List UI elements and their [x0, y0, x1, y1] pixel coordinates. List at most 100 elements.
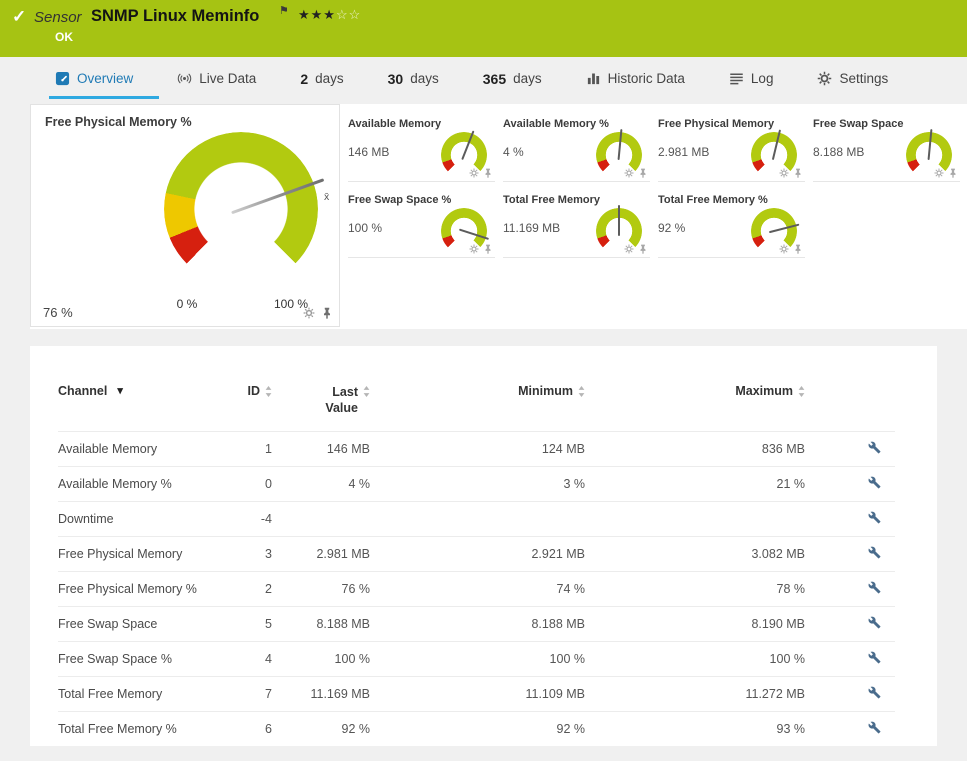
channel-settings-icon[interactable] [868, 616, 881, 629]
table-row: Free Swap Space % 4 100 % 100 % 100 % [58, 640, 895, 676]
object-kind-label: Sensor [34, 9, 82, 26]
column-header-last-value[interactable]: Last Value [272, 378, 370, 431]
channel-id: 0 [218, 465, 272, 501]
mini-gauge-title: Free Swap Space [813, 118, 904, 130]
gauge-actions [624, 244, 648, 254]
channel-minimum: 3 % [370, 465, 585, 501]
pin-icon[interactable] [483, 244, 493, 254]
tab-label: days [410, 71, 439, 86]
channel-id: 6 [218, 710, 272, 746]
mini-gauge-title: Total Free Memory [503, 194, 600, 206]
gauges-section: Free Physical Memory % x̄ 0 % 100 % 76 %… [30, 104, 967, 329]
sort-icon [265, 386, 272, 397]
stars-empty[interactable]: ☆☆ [336, 7, 361, 22]
channel-id: -4 [218, 500, 272, 536]
mini-gauge-value: 4 % [503, 145, 524, 159]
channel-last-value: 4 % [272, 465, 370, 501]
channel-last-value: 8.188 MB [272, 605, 370, 641]
channel-last-value: 92 % [272, 710, 370, 746]
mini-gauge-card: Available Memory 146 MB [348, 116, 495, 182]
mini-gauge-title: Free Swap Space % [348, 194, 452, 206]
channel-maximum: 21 % [585, 465, 805, 501]
tab-label: days [513, 71, 542, 86]
channel-table: Channel ▾ ID Last Value Minimum Maximum A… [58, 378, 895, 746]
gauge-actions [934, 168, 958, 178]
mini-gauge-value: 8.188 MB [813, 145, 865, 159]
gear-icon[interactable] [624, 168, 634, 178]
overview-icon [55, 71, 70, 86]
channel-settings-icon[interactable] [868, 476, 881, 489]
gear-icon[interactable] [469, 244, 479, 254]
column-header-minimum[interactable]: Minimum [370, 378, 585, 431]
channel-maximum: 3.082 MB [585, 535, 805, 571]
column-label: Channel [58, 384, 108, 398]
mini-gauge-value: 146 MB [348, 145, 390, 159]
tab-log[interactable]: Log [729, 57, 773, 100]
tab-label: Settings [839, 71, 889, 86]
mini-gauge-value: 100 % [348, 221, 383, 235]
mini-gauge-value: 92 % [658, 221, 686, 235]
channel-name: Free Physical Memory [58, 535, 218, 571]
tab-2-days[interactable]: 2 days [300, 57, 343, 100]
channel-settings-icon[interactable] [868, 581, 881, 594]
priority-stars[interactable]: ★★★☆☆ [298, 7, 361, 23]
primary-gauge [164, 132, 325, 286]
pin-icon[interactable] [638, 244, 648, 254]
tab-label: Overview [77, 71, 134, 86]
table-row: Total Free Memory % 6 92 % 92 % 93 % [58, 710, 895, 746]
gear-icon[interactable] [779, 244, 789, 254]
sort-icon [363, 386, 370, 397]
channel-last-value: 76 % [272, 570, 370, 606]
channel-settings-icon[interactable] [868, 546, 881, 559]
column-header-maximum[interactable]: Maximum [585, 378, 805, 431]
channel-last-value: 100 % [272, 640, 370, 676]
tab-label: Historic Data [607, 71, 685, 86]
mini-gauge-title: Total Free Memory % [658, 194, 768, 206]
pin-icon[interactable] [321, 307, 333, 319]
pin-icon[interactable] [638, 168, 648, 178]
channel-id: 3 [218, 535, 272, 571]
sensor-title: SNMP Linux Meminfo [91, 7, 260, 25]
pin-icon[interactable] [483, 168, 493, 178]
gear-icon[interactable] [934, 168, 944, 178]
column-header-channel[interactable]: Channel ▾ [58, 378, 218, 431]
channel-id: 2 [218, 570, 272, 606]
channel-settings-icon[interactable] [868, 511, 881, 524]
gear-icon[interactable] [779, 168, 789, 178]
column-label: ID [247, 384, 261, 398]
gauge-actions [624, 168, 648, 178]
stars-filled[interactable]: ★★★ [298, 7, 336, 22]
channel-maximum: 100 % [585, 640, 805, 676]
table-row: Available Memory % 0 4 % 3 % 21 % [58, 465, 895, 501]
table-row: Downtime -4 [58, 500, 895, 536]
channel-settings-icon[interactable] [868, 441, 881, 454]
tab-historic-data[interactable]: Historic Data [586, 57, 685, 100]
gauge-actions [779, 244, 803, 254]
channel-settings-icon[interactable] [868, 651, 881, 664]
tab-number: 30 [387, 70, 404, 87]
channel-name: Available Memory [58, 430, 218, 466]
tab-30-days[interactable]: 30 days [388, 57, 439, 100]
gear-icon[interactable] [624, 244, 634, 254]
priority-flag-icon[interactable]: ⚑ [279, 4, 289, 17]
tab-overview[interactable]: Overview [48, 57, 160, 100]
channel-settings-icon[interactable] [868, 721, 881, 734]
gauge-needle [618, 205, 620, 236]
column-label: Minimum [518, 384, 573, 398]
tab-365-days[interactable]: 365 days [483, 57, 542, 100]
pin-icon[interactable] [948, 168, 958, 178]
table-row: Free Physical Memory 3 2.981 MB 2.921 MB… [58, 535, 895, 571]
status-check-icon: ✓ [12, 7, 27, 26]
gear-icon[interactable] [303, 307, 315, 319]
tab-number: 2 [300, 70, 309, 87]
mini-gauge-title: Available Memory % [503, 118, 609, 130]
log-icon [729, 71, 744, 86]
tab-live-data[interactable]: Live Data [177, 57, 256, 100]
channel-settings-icon[interactable] [868, 686, 881, 699]
gear-icon[interactable] [469, 168, 479, 178]
pin-icon[interactable] [793, 168, 803, 178]
channel-name: Total Free Memory % [58, 710, 218, 746]
pin-icon[interactable] [793, 244, 803, 254]
column-header-id[interactable]: ID [218, 378, 272, 431]
tab-settings[interactable]: Settings [817, 57, 888, 100]
